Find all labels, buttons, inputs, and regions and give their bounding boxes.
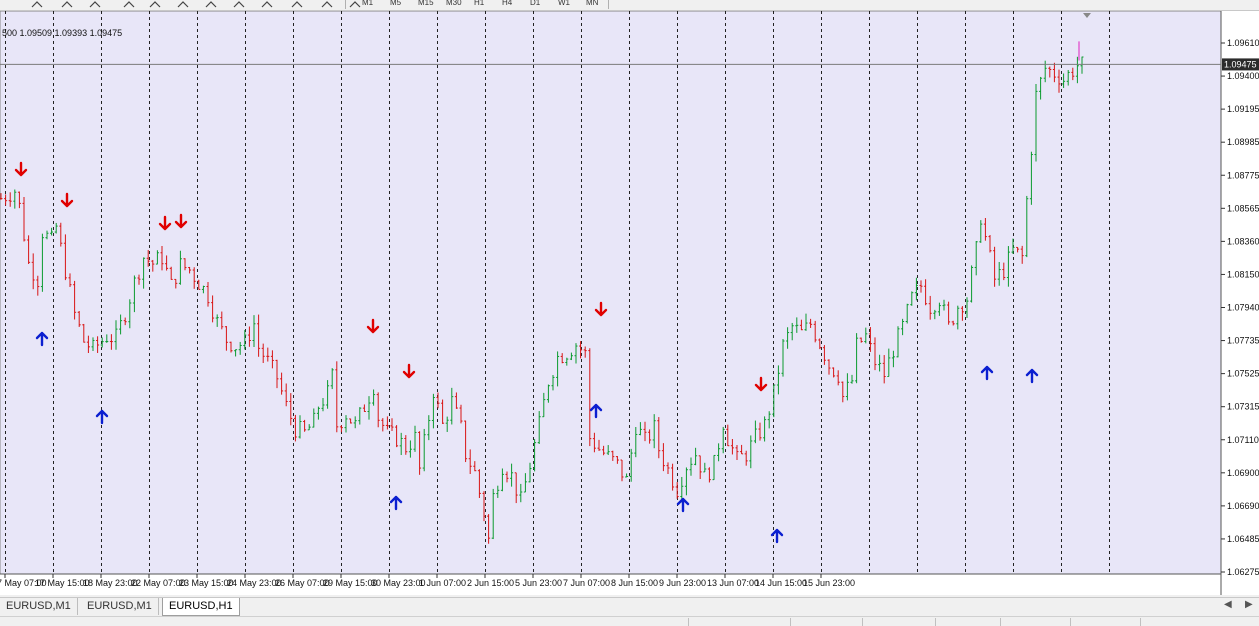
toolbar-separator [608,0,609,9]
price-tick-label: 1.09610 [1227,38,1259,48]
zoom-out-icon[interactable] [232,0,246,8]
trendline-tool-icon[interactable] [60,0,74,8]
price-tick-label: 1.08775 [1227,170,1259,180]
ohlc-readout: 500 1.09509 1.09393 1.09475 [2,28,123,38]
timeframe-m15-button[interactable]: M15 [418,0,434,7]
time-tick-label: 24 May 23:00 [227,578,282,588]
time-tick-label: 7 Jun 07:00 [563,578,610,588]
line-tool-icon[interactable] [30,0,44,8]
zoom-in-icon[interactable] [204,0,218,8]
price-tick-label: 1.06900 [1227,468,1259,478]
time-tick-label: 22 May 07:00 [131,578,186,588]
tab-scroll-right-icon[interactable]: ▶ [1245,599,1253,610]
label-tool-icon[interactable] [148,0,162,8]
timeframe-m30-button[interactable]: M30 [446,0,462,7]
timeframe-m5-button[interactable]: M5 [390,0,401,7]
price-tick-label: 1.06275 [1227,567,1259,577]
time-tick-label: 9 Jun 23:00 [659,578,706,588]
time-tick-label: 1 Jun 07:00 [419,578,466,588]
price-tick-label: 1.06485 [1227,534,1259,544]
time-tick-label: 14 Jun 15:00 [755,578,807,588]
price-tick-label: 1.08360 [1227,236,1259,246]
time-tick-label: 15 Jun 23:00 [803,578,855,588]
time-tick-label: 29 May 15:00 [323,578,378,588]
price-tick-label: 1.07735 [1227,336,1259,346]
time-tick-label: 30 May 23:00 [371,578,426,588]
plot-area [0,11,1222,575]
price-tick-label: 1.07940 [1227,303,1259,313]
price-tick-label: 1.07110 [1227,435,1259,445]
price-tick-label: 1.08565 [1227,203,1259,213]
current-price-label: 1.09475 [1224,59,1257,69]
price-tick-label: 1.08985 [1227,137,1259,147]
chart-tab-eurusd-m1-1[interactable]: EURUSD,M1 [0,598,78,615]
tab-scroll-left-icon[interactable]: ◀ [1224,599,1232,610]
candlestick-chart[interactable]: 1.09610 1.09400 1.09195 1.08985 1.08775 1.085… [0,11,1259,595]
text-tool-icon[interactable] [122,0,136,8]
price-tick-label: 1.09400 [1227,71,1259,81]
time-tick-label: 17 May 15:00 [35,578,90,588]
chart-tab-eurusd-m1-2[interactable]: EURUSD,M1 [81,598,159,615]
chart-shift-icon[interactable] [320,0,334,8]
time-tick-label: 8 Jun 15:00 [611,578,658,588]
autoscroll-icon[interactable] [290,0,304,8]
chart-tab-eurusd-h1[interactable]: EURUSD,H1 [162,598,240,616]
time-tick-label: 18 May 23:00 [83,578,138,588]
fib-tool-icon[interactable] [88,0,102,8]
time-tick-label: 23 May 15:00 [179,578,234,588]
timeframe-d1-button[interactable]: D1 [530,0,540,7]
price-tick-label: 1.09195 [1227,104,1259,114]
price-tick-label: 1.07525 [1227,369,1259,379]
timeframe-m1-button[interactable]: M1 [362,0,373,7]
price-tick-label: 1.06690 [1227,501,1259,511]
timeframe-w1-button[interactable]: W1 [558,0,570,7]
toolbar-separator [345,0,346,9]
price-tick-label: 1.07315 [1227,402,1259,412]
time-tick-label: 13 Jun 07:00 [707,578,759,588]
timeframe-h1-button[interactable]: H1 [474,0,484,7]
time-tick-label: 5 Jun 23:00 [515,578,562,588]
timeframe-mn-button[interactable]: MN [586,0,598,7]
price-tick-label: 1.08150 [1227,269,1259,279]
timeframe-h4-button[interactable]: H4 [502,0,512,7]
price-chart[interactable]: 1.09610 1.09400 1.09195 1.08985 1.08775 1.085… [0,11,1259,595]
grid-icon[interactable] [260,0,274,8]
time-tick-label: 2 Jun 15:00 [467,578,514,588]
time-tick-label: 26 May 07:00 [275,578,330,588]
chart-tabs: EURUSD,M1 EURUSD,M1 EURUSD,H1 ◀ ▶ [0,597,1259,616]
indicators-icon[interactable] [348,0,362,8]
chart-toolbar: M1 M5 M15 M30 H1 H4 D1 W1 MN [0,0,1259,11]
period-tool-icon[interactable] [176,0,190,8]
